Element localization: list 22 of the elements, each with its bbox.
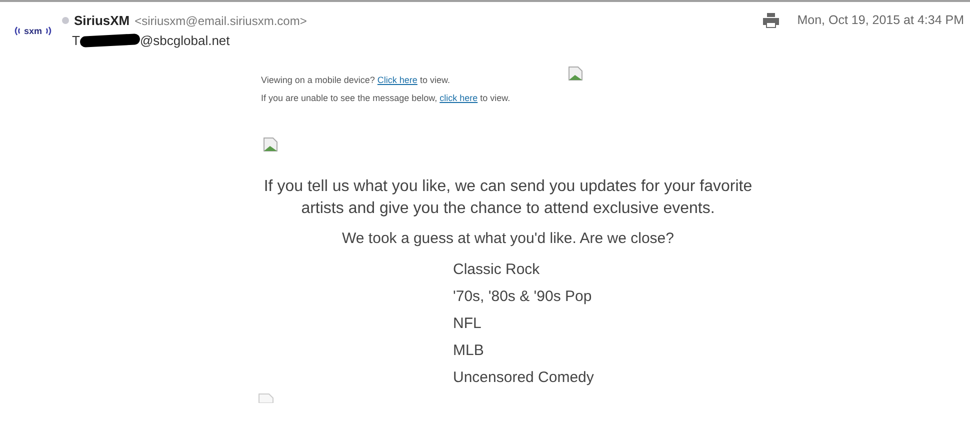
print-icon[interactable] [763, 12, 780, 28]
interest-item: Classic Rock [453, 260, 541, 280]
interest-item: '70s, '80s & '90s Pop [453, 286, 593, 306]
broken-image-icon [258, 392, 274, 402]
logo-text: sxm [24, 26, 42, 36]
interest-item: NFL [453, 314, 482, 334]
sender-address: <siriusxm@email.siriusxm.com> [134, 12, 307, 30]
sender-name: SiriusXM [74, 12, 130, 30]
question-text: We took a guess at what you'd like. Are we close? [342, 229, 674, 249]
broken-image-icon [568, 66, 583, 81]
view-link[interactable]: click here [440, 92, 478, 102]
view-link[interactable]: Click here [377, 75, 418, 85]
notice-text: If you are unable to see the message below, click here to view. [261, 92, 512, 105]
recipient-text: T [72, 32, 80, 50]
broken-image-icon [263, 137, 278, 152]
email-date: Mon, Oct 19, 2015 at 4:34 PM [797, 12, 964, 29]
interest-item: Uncensored Comedy [453, 368, 595, 388]
redaction-mark [80, 33, 140, 48]
headline-text: If you tell us what you like, we can send you updates for your favorite artists and give you the chance to attend exclusive events. [263, 177, 753, 219]
notice-text: Viewing on a mobile device? Click here to view. [261, 74, 451, 87]
interest-item: MLB [453, 340, 485, 360]
recipient-text: @sbcglobal.net [140, 32, 230, 50]
